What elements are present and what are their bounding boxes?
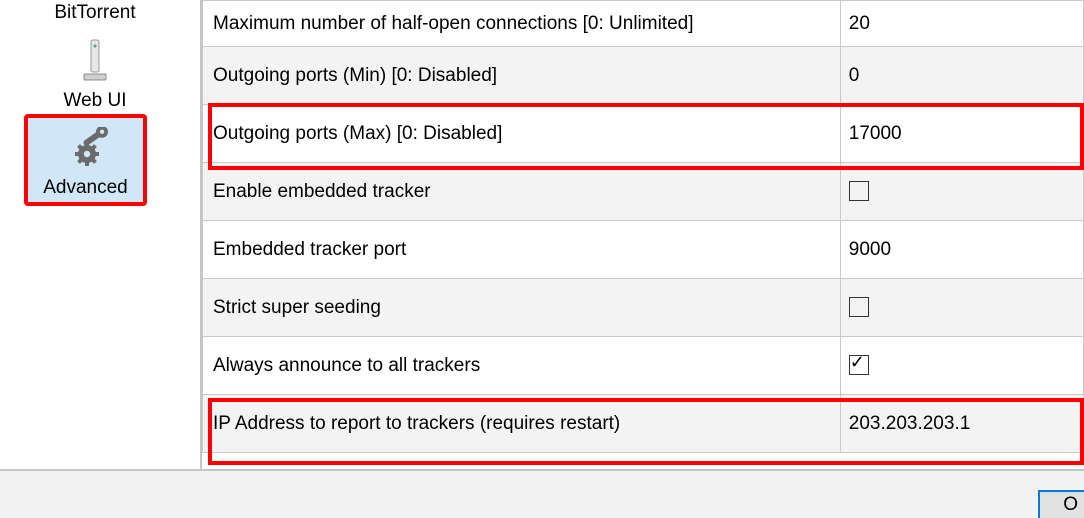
setting-checkbox[interactable]	[840, 337, 1083, 395]
table-row: Embedded tracker port 9000	[203, 221, 1084, 279]
sidebar-item-advanced[interactable]: Advanced	[26, 116, 145, 204]
sidebar-item-webui[interactable]: Web UI	[25, 28, 165, 116]
setting-value[interactable]: 17000	[840, 105, 1083, 163]
setting-label: Embedded tracker port	[203, 221, 841, 279]
checkbox-icon	[849, 297, 869, 317]
checkbox-checked-icon	[849, 355, 869, 375]
button-label: O	[1063, 494, 1078, 516]
setting-value[interactable]: 20	[840, 1, 1083, 47]
table-row: Strict super seeding	[203, 279, 1084, 337]
table-row: IP Address to report to trackers (requir…	[203, 395, 1084, 453]
checkbox-icon	[849, 181, 869, 201]
setting-label: Enable embedded tracker	[203, 163, 841, 221]
ok-button[interactable]: O	[1038, 490, 1084, 518]
wrench-gear-icon	[60, 123, 112, 175]
table-row: Always announce to all trackers	[203, 337, 1084, 395]
setting-value[interactable]: 0	[840, 47, 1083, 105]
setting-checkbox[interactable]	[840, 163, 1083, 221]
dialog-footer: O	[0, 469, 1084, 518]
setting-label: Outgoing ports (Max) [0: Disabled]	[203, 105, 841, 163]
setting-label: Maximum number of half-open connections …	[203, 1, 841, 47]
sidebar-item-label: BitTorrent	[25, 2, 165, 24]
setting-label: IP Address to report to trackers (requir…	[203, 395, 841, 453]
server-icon	[69, 36, 121, 88]
setting-checkbox[interactable]	[840, 279, 1083, 337]
setting-label: Strict super seeding	[203, 279, 841, 337]
sidebar-item-bittorrent[interactable]: BitTorrent	[25, 2, 165, 28]
table-row: Outgoing ports (Min) [0: Disabled] 0	[203, 47, 1084, 105]
setting-label: Always announce to all trackers	[203, 337, 841, 395]
sidebar-item-label: Web UI	[25, 90, 165, 112]
table-row: Enable embedded tracker	[203, 163, 1084, 221]
settings-table: Maximum number of half-open connections …	[202, 0, 1084, 453]
setting-value[interactable]: 9000	[840, 221, 1083, 279]
setting-value[interactable]: 203.203.203.1	[840, 395, 1083, 453]
table-row: Outgoing ports (Max) [0: Disabled] 17000	[203, 105, 1084, 163]
setting-label: Outgoing ports (Min) [0: Disabled]	[203, 47, 841, 105]
table-row: Maximum number of half-open connections …	[203, 1, 1084, 47]
advanced-settings-panel: Maximum number of half-open connections …	[200, 0, 1084, 469]
settings-sidebar: BitTorrent Web UI	[0, 0, 190, 469]
sidebar-item-label: Advanced	[27, 177, 144, 199]
